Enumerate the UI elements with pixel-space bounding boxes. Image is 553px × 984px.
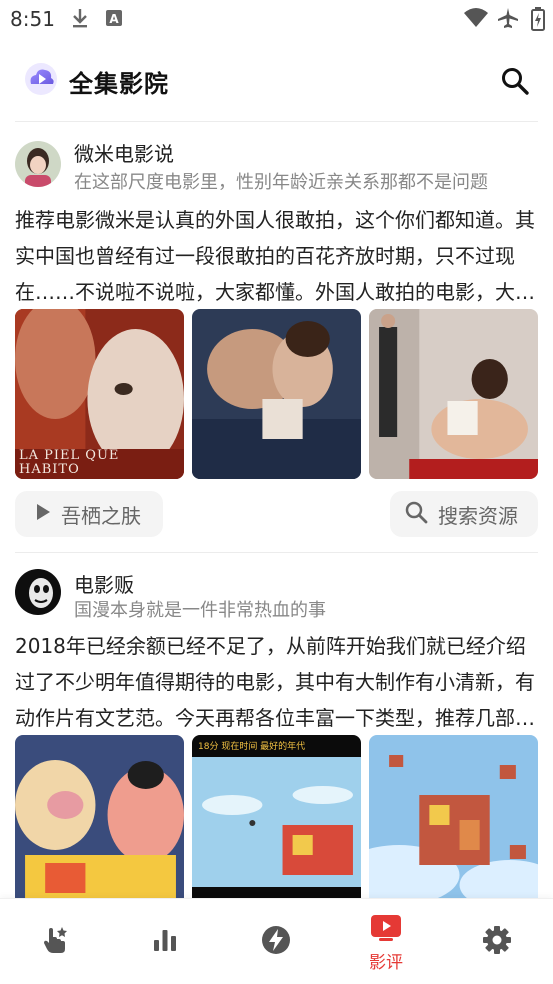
avatar[interactable] <box>15 141 61 187</box>
poster-caption: LA PIEL QUE HABITO <box>19 448 120 477</box>
airplane-icon <box>497 7 519 33</box>
app-title: 全集影院 <box>69 69 169 98</box>
search-icon[interactable] <box>500 66 530 96</box>
feed[interactable]: 微米电影说 在这部尺度电影里，性别年龄近亲关系那都不是问题 推荐电影微米是认真的… <box>0 122 553 898</box>
play-cloud-logo-icon <box>24 62 58 96</box>
wifi-icon <box>463 7 489 33</box>
battery-charging-icon <box>531 7 545 35</box>
post-thumbnails: 18分 现在时间 最好的年代 <box>15 735 538 898</box>
nav-item-settings[interactable] <box>442 899 552 984</box>
nav-item-recommend[interactable] <box>0 899 110 984</box>
nav-item-hot[interactable] <box>221 899 331 984</box>
app-header: 全集影院 <box>0 52 553 108</box>
post-thumbnails: LA PIEL QUE HABITO <box>15 309 538 479</box>
movie-chip[interactable]: 吾栖之肤 <box>15 491 163 537</box>
nav-item-ranking[interactable] <box>110 899 220 984</box>
avatar[interactable] <box>15 569 61 615</box>
download-icon <box>70 7 90 33</box>
status-time: 8:51 <box>10 7 55 31</box>
post-author[interactable]: 微米电影说 <box>74 138 174 167</box>
movie-chip-label: 吾栖之肤 <box>61 503 141 528</box>
post-thumbnail[interactable] <box>15 735 184 898</box>
search-resource-label: 搜索资源 <box>438 503 518 528</box>
post-body[interactable]: 2018年已经余额已经不足了，从前阵开始我们就已经介绍过了不少明年值得期待的电影… <box>15 628 538 736</box>
svg-text:A: A <box>109 12 119 26</box>
play-video-icon <box>370 912 402 946</box>
post-divider <box>15 552 538 553</box>
bar-chart-icon <box>151 926 179 958</box>
post-thumbnail[interactable]: 18分 现在时间 最好的年代 <box>192 735 361 898</box>
post-author[interactable]: 电影贩 <box>74 569 134 598</box>
post-thumbnail[interactable] <box>369 309 538 479</box>
search-resource-chip[interactable]: 搜索资源 <box>390 491 538 537</box>
post-subtitle: 在这部尺度电影里，性别年龄近亲关系那都不是问题 <box>74 172 488 193</box>
post-thumbnail[interactable] <box>369 735 538 898</box>
bottom-nav: 影评 <box>0 898 553 984</box>
post-thumbnail[interactable]: LA PIEL QUE HABITO <box>15 309 184 479</box>
lightning-icon <box>261 925 291 959</box>
post-body[interactable]: 推荐电影微米是认真的外国人很敢拍，这个你们都知道。其实中国也曾经有过一段很敢拍的… <box>15 202 538 310</box>
nav-item-reviews[interactable]: 影评 <box>331 899 441 984</box>
post-subtitle: 国漫本身就是一件非常热血的事 <box>74 600 326 621</box>
nav-label-reviews: 影评 <box>369 952 403 973</box>
gear-icon <box>482 925 512 959</box>
post-thumbnail[interactable] <box>192 309 361 479</box>
a-box-icon: A <box>104 7 124 33</box>
status-bar: 8:51 A <box>0 0 553 38</box>
search-icon <box>404 500 428 529</box>
hand-point-icon <box>40 925 70 959</box>
poster-caption: 18分 现在时间 最好的年代 <box>198 742 306 752</box>
play-icon <box>35 502 51 526</box>
